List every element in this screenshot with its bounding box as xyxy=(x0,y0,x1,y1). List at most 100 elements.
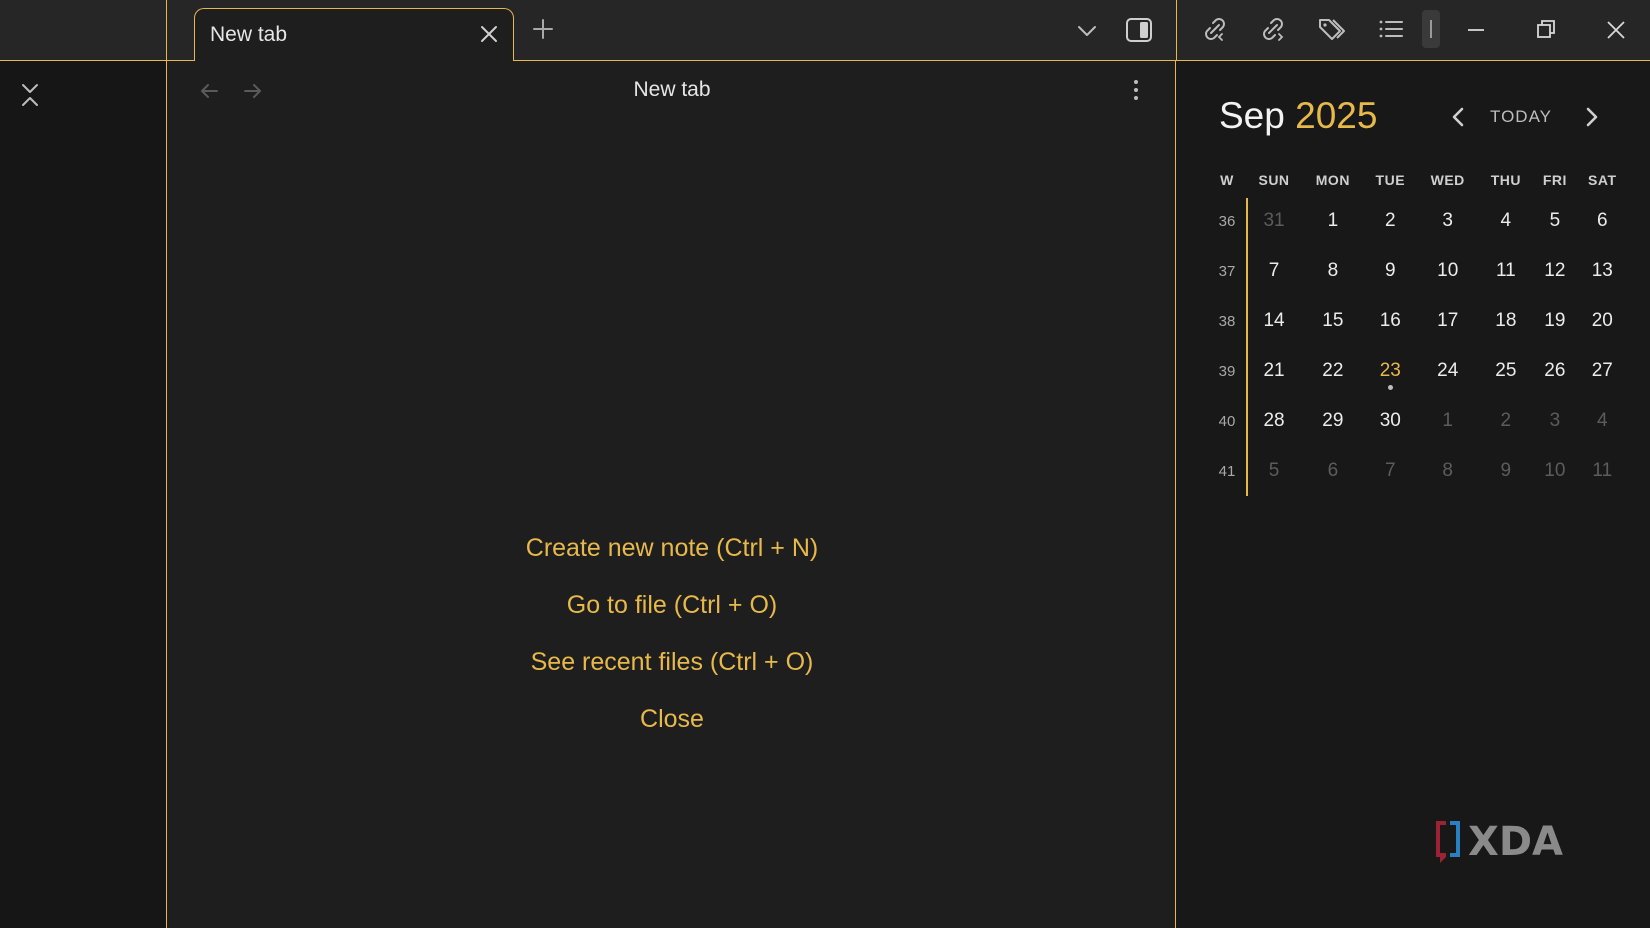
calendar-day[interactable]: 24 xyxy=(1417,346,1479,396)
calendar-day[interactable]: 18 xyxy=(1479,296,1534,346)
calendar-week-row: 39 21 22 23 24 25 26 27 xyxy=(1208,346,1628,396)
calendar-grid: W SUN MON TUE WED THU FRI SAT 36 31 1 2 … xyxy=(1208,164,1628,496)
calendar-day[interactable]: 5 xyxy=(1533,196,1576,246)
calendar-day[interactable]: 6 xyxy=(1302,446,1364,496)
calendar-month: Sep xyxy=(1219,95,1285,136)
calendar-week-row: 36 31 1 2 3 4 5 6 xyxy=(1208,196,1628,246)
week-number: 39 xyxy=(1218,362,1236,380)
logo-text: XDA xyxy=(1468,819,1563,863)
calendar-day[interactable]: 8 xyxy=(1417,446,1479,496)
calendar-day[interactable]: 2 xyxy=(1479,396,1534,446)
week-number-divider xyxy=(1246,198,1248,496)
calendar-day[interactable]: 28 xyxy=(1246,396,1302,446)
weekday-header: TUE xyxy=(1375,172,1406,188)
calendar-week-row: 37 7 8 9 10 11 12 13 xyxy=(1208,246,1628,296)
main-view: New tab Create new note (Ctrl + N) Go to… xyxy=(166,61,1176,928)
calendar-day[interactable]: 21 xyxy=(1246,346,1302,396)
weekday-header: THU xyxy=(1490,172,1521,188)
today-button[interactable]: TODAY xyxy=(1490,107,1552,127)
sidebar-toggle-icon[interactable] xyxy=(1125,16,1153,44)
calendar-day[interactable]: 7 xyxy=(1246,246,1302,296)
calendar-day[interactable]: 3 xyxy=(1533,396,1576,446)
backlinks-icon[interactable] xyxy=(1200,14,1230,44)
calendar-year: 2025 xyxy=(1295,95,1378,136)
calendar-day[interactable]: 10 xyxy=(1533,446,1576,496)
calendar-day[interactable]: 15 xyxy=(1302,296,1364,346)
week-number: 37 xyxy=(1218,262,1236,280)
plus-icon[interactable] xyxy=(530,16,556,42)
week-number: 41 xyxy=(1218,462,1236,480)
calendar-day[interactable]: 29 xyxy=(1302,396,1364,446)
calendar-day[interactable]: 4 xyxy=(1577,396,1628,446)
calendar-day[interactable]: 16 xyxy=(1364,296,1417,346)
week-number-header: W xyxy=(1220,172,1234,188)
calendar-day[interactable]: 13 xyxy=(1577,246,1628,296)
restore-icon[interactable] xyxy=(1530,14,1562,46)
calendar-header-row: W SUN MON TUE WED THU FRI SAT xyxy=(1208,164,1628,196)
ribbon-header xyxy=(0,0,166,61)
weekday-header: SAT xyxy=(1588,172,1617,188)
more-options-icon[interactable] xyxy=(1129,77,1143,103)
calendar-day[interactable]: 4 xyxy=(1479,196,1534,246)
left-ribbon xyxy=(0,61,166,928)
go-to-file-link[interactable]: Go to file (Ctrl + O) xyxy=(567,590,777,620)
weekday-header: MON xyxy=(1315,172,1350,188)
chevron-right-icon[interactable] xyxy=(1582,105,1602,129)
calendar-day[interactable]: 10 xyxy=(1417,246,1479,296)
xda-logo: XDA xyxy=(1436,819,1563,863)
calendar-day[interactable]: 20 xyxy=(1577,296,1628,346)
chevron-down-icon[interactable] xyxy=(1075,19,1099,43)
outline-list-icon[interactable] xyxy=(1376,14,1406,44)
create-new-note-link[interactable]: Create new note (Ctrl + N) xyxy=(526,533,818,563)
calendar-day[interactable]: 9 xyxy=(1364,246,1417,296)
calendar-day[interactable]: 17 xyxy=(1417,296,1479,346)
week-number: 40 xyxy=(1218,412,1236,430)
close-link[interactable]: Close xyxy=(640,704,704,734)
calendar-day[interactable]: 19 xyxy=(1533,296,1576,346)
calendar-day[interactable]: 12 xyxy=(1533,246,1576,296)
calendar-day[interactable]: 30 xyxy=(1364,396,1417,446)
calendar-week-row: 40 28 29 30 1 2 3 4 xyxy=(1208,396,1628,446)
empty-state-actions: Create new note (Ctrl + N) Go to file (C… xyxy=(167,533,1177,761)
week-number: 38 xyxy=(1218,312,1236,330)
calendar-week-row: 41 5 6 7 8 9 10 11 xyxy=(1208,446,1628,496)
weekday-header: SUN xyxy=(1258,172,1290,188)
calendar-day[interactable]: 7 xyxy=(1364,446,1417,496)
tags-icon[interactable] xyxy=(1316,14,1346,44)
calendar-day[interactable]: 5 xyxy=(1246,446,1302,496)
chevron-left-icon[interactable] xyxy=(1448,105,1468,129)
calendar-day[interactable]: 11 xyxy=(1577,446,1628,496)
minimize-icon[interactable] xyxy=(1460,14,1492,46)
calendar-day[interactable]: 3 xyxy=(1417,196,1479,246)
calendar-day[interactable]: 14 xyxy=(1246,296,1302,346)
calendar-day[interactable]: 26 xyxy=(1533,346,1576,396)
calendar-day[interactable]: 1 xyxy=(1302,196,1364,246)
calendar-day[interactable]: 27 xyxy=(1577,346,1628,396)
calendar-day[interactable]: 2 xyxy=(1364,196,1417,246)
see-recent-files-link[interactable]: See recent files (Ctrl + O) xyxy=(531,647,814,677)
tab-new-tab[interactable]: New tab xyxy=(194,8,514,62)
calendar-day[interactable]: 6 xyxy=(1577,196,1628,246)
calendar-day-today[interactable]: 23 xyxy=(1364,346,1417,396)
calendar-week-row: 38 14 15 16 17 18 19 20 xyxy=(1208,296,1628,346)
calendar-day[interactable]: 1 xyxy=(1417,396,1479,446)
weekday-header: FRI xyxy=(1542,172,1567,188)
right-sidebar-header xyxy=(1176,0,1650,61)
calendar-panel: Sep 2025 TODAY W SUN MON TUE WED THU FRI… xyxy=(1176,61,1650,928)
calendar-day[interactable]: 22 xyxy=(1302,346,1364,396)
close-icon[interactable] xyxy=(479,24,499,44)
view-title: New tab xyxy=(633,78,711,101)
weekday-header: WED xyxy=(1430,172,1465,188)
close-window-icon[interactable] xyxy=(1600,14,1632,46)
tab-bar: New tab xyxy=(0,0,1650,62)
calendar-day[interactable]: 11 xyxy=(1479,246,1534,296)
week-number: 36 xyxy=(1218,212,1236,230)
collapse-icon[interactable] xyxy=(18,82,42,108)
calendar-title: Sep 2025 xyxy=(1219,95,1377,137)
calendar-day[interactable]: 31 xyxy=(1246,196,1302,246)
outgoing-links-icon[interactable] xyxy=(1258,14,1288,44)
panel-drag-handle[interactable] xyxy=(1422,10,1440,48)
calendar-day[interactable]: 9 xyxy=(1479,446,1534,496)
calendar-day[interactable]: 25 xyxy=(1479,346,1534,396)
calendar-day[interactable]: 8 xyxy=(1302,246,1364,296)
